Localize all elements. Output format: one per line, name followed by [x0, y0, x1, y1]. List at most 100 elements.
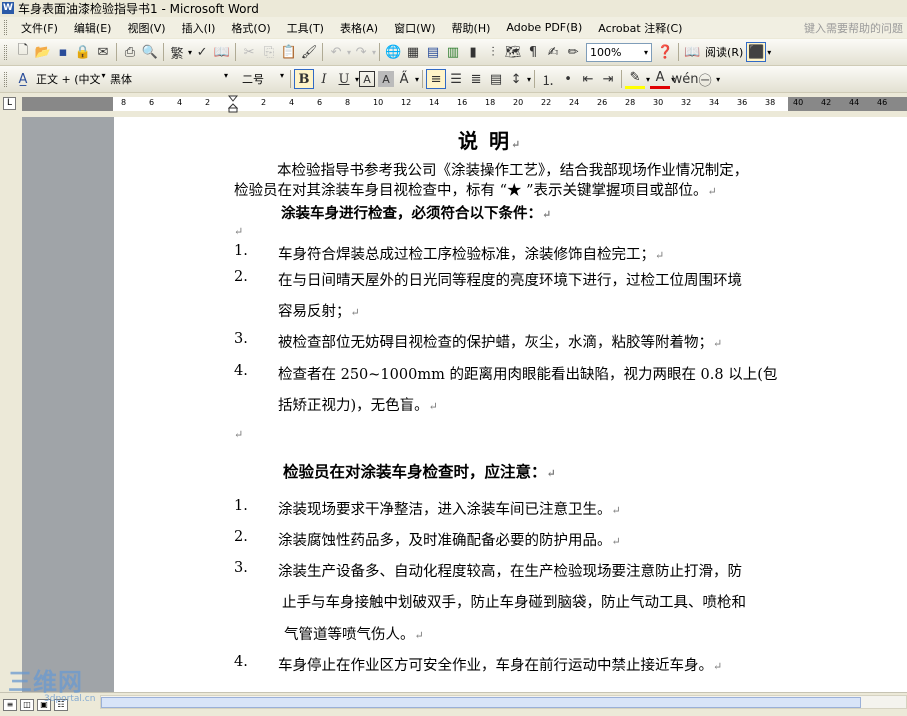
ruler-number: 46 — [877, 98, 888, 107]
ink-icon[interactable]: ✍ — [543, 42, 563, 62]
highlight-icon[interactable]: ✎ — [625, 69, 646, 89]
help-search-input[interactable]: 键入需要帮助的问题 — [804, 20, 907, 36]
research-icon[interactable]: 📖 — [212, 42, 232, 62]
toolbar-grip[interactable] — [4, 71, 7, 87]
save-icon[interactable]: ▪ — [53, 42, 73, 62]
distributed-icon[interactable]: ▤ — [486, 69, 506, 89]
horizontal-ruler[interactable]: L 8 6 4 2 2 4 6 8 10 12 14 16 18 20 22 24 26 28 30 32 34 36 38… — [0, 94, 907, 114]
pdf-convert-icon[interactable]: ⬛ — [746, 42, 767, 62]
document-map-icon[interactable]: 🗺 — [503, 42, 523, 62]
show-hide-icon[interactable]: ¶ — [523, 42, 543, 62]
character-border-icon[interactable]: A — [359, 71, 376, 87]
chevron-down-icon[interactable]: ▾ — [716, 75, 720, 84]
print-icon[interactable]: ⎙ — [120, 42, 140, 62]
zoom-select[interactable]: 100% ▾ — [586, 42, 653, 62]
bold-icon[interactable]: B — [294, 69, 314, 89]
cut-icon[interactable]: ✂ — [239, 42, 259, 62]
menu-acrobat-comments[interactable]: Acrobat 注释(C) — [590, 20, 690, 36]
window-title: 车身表面油漆检验指导书1 - Microsoft Word — [18, 1, 259, 16]
line-spacing-icon[interactable]: ↕ — [506, 69, 526, 89]
font-size-select[interactable]: 二号 ▾ — [239, 71, 287, 87]
align-right-icon[interactable]: ≣ — [466, 69, 486, 89]
insert-table-icon[interactable]: ▤ — [423, 42, 443, 62]
numbering-icon[interactable]: ⒈ — [538, 69, 558, 89]
toolbar-separator — [534, 70, 536, 88]
columns-icon[interactable]: ▮ — [463, 42, 483, 62]
email-icon[interactable]: ✉ — [93, 42, 113, 62]
document-page[interactable]: 说 明↵ 本检验指导书参考我公司《涂装操作工艺》，结合我部现场作业情况制定， 检… — [114, 117, 907, 692]
decrease-indent-icon[interactable]: ⇤ — [578, 69, 598, 89]
font-select[interactable]: 黑体 ▾ — [107, 71, 231, 87]
chevron-down-icon: ▾ — [101, 71, 106, 80]
align-center-icon[interactable]: ☰ — [446, 69, 466, 89]
permission-icon[interactable]: 🔒 — [73, 42, 93, 62]
menu-grip[interactable] — [4, 20, 7, 35]
style-select[interactable]: 正文 + (中文 ▾ — [33, 71, 107, 87]
chevron-down-icon[interactable]: ▾ — [372, 48, 376, 57]
insert-excel-icon[interactable]: ▥ — [443, 42, 463, 62]
phonetic-guide-icon[interactable]: wén — [672, 69, 699, 89]
traditional-chinese-icon[interactable]: 繁 — [167, 42, 187, 62]
list-number: 2. — [234, 529, 248, 545]
print-preview-icon[interactable]: 🔍 — [140, 42, 160, 62]
hyperlink-icon[interactable]: 🌐 — [383, 42, 403, 62]
tables-borders-icon[interactable]: ▦ — [403, 42, 423, 62]
new-document-icon[interactable]: 🗋 — [13, 42, 33, 62]
menu-edit[interactable]: 编辑(E) — [66, 20, 120, 36]
list-number: 4. — [234, 363, 248, 379]
web-view-icon[interactable]: ◫ — [20, 698, 34, 711]
list-item: 车身停止在作业区方可安全作业，车身在前行运动中禁止接近车身。↵ — [278, 658, 723, 674]
list-item: 在与日间晴天屋外的日光同等程度的亮度环境下进行，过检工位周围环境 — [278, 273, 742, 289]
undo-icon[interactable]: ↶ — [326, 42, 346, 62]
horizontal-scrollbar[interactable] — [100, 695, 907, 709]
ruler-number: 40 — [793, 98, 804, 107]
help-icon[interactable]: ❓ — [655, 42, 675, 62]
toolbar-grip[interactable] — [4, 44, 7, 60]
menu-tools[interactable]: 工具(T) — [279, 20, 332, 36]
menu-format[interactable]: 格式(O) — [223, 20, 278, 36]
copy-icon[interactable]: ⎘ — [259, 42, 279, 62]
format-painter-icon[interactable]: 🖌 — [299, 42, 319, 62]
menu-adobe-pdf[interactable]: Adobe PDF(B) — [498, 21, 590, 34]
ruler-number: 18 — [485, 98, 496, 107]
italic-icon[interactable]: I — [314, 69, 334, 89]
enclose-characters-icon[interactable]: ㊀ — [695, 69, 715, 89]
align-justify-icon[interactable]: ≡ — [426, 69, 447, 89]
normal-view-icon[interactable]: ≡ — [3, 698, 17, 711]
scrollbar-thumb[interactable] — [101, 697, 861, 708]
menu-view[interactable]: 视图(V) — [119, 20, 173, 36]
character-scaling-icon[interactable]: A̋ — [394, 69, 414, 89]
ruler-number: 14 — [429, 98, 440, 107]
increase-indent-icon[interactable]: ⇥ — [598, 69, 618, 89]
menu-insert[interactable]: 插入(I) — [174, 20, 224, 36]
chevron-down-icon[interactable]: ▾ — [767, 48, 771, 57]
character-shading-icon[interactable]: A — [378, 71, 395, 87]
chevron-down-icon[interactable]: ▾ — [527, 75, 531, 84]
list-item: 检查者在 250~1000mm 的距离用肉眼能看出缺陷，视力两眼在 0.8 以上… — [278, 367, 778, 383]
menu-help[interactable]: 帮助(H) — [444, 20, 499, 36]
underline-icon[interactable]: U — [334, 69, 354, 89]
list-item: 被检查部位无妨碍目视检查的保护蜡，灰尘，水滴，粘胶等附着物；↵ — [278, 335, 723, 351]
spelling-icon[interactable]: ✓ — [192, 42, 212, 62]
font-color-icon[interactable]: A — [650, 69, 671, 89]
styles-pane-icon[interactable]: A̲ — [13, 69, 33, 89]
font-size-value: 二号 — [242, 73, 264, 86]
read-mode-button[interactable]: 阅读(R) — [702, 44, 746, 60]
format-icon[interactable]: ✏ — [563, 42, 583, 62]
menu-bar: 文件(F) 编辑(E) 视图(V) 插入(I) 格式(O) 工具(T) 表格(A… — [0, 17, 907, 38]
vertical-ruler — [0, 117, 20, 692]
menu-table[interactable]: 表格(A) — [332, 20, 386, 36]
open-folder-icon[interactable]: 📂 — [33, 42, 53, 62]
menu-file[interactable]: 文件(F) — [13, 20, 66, 36]
menu-window[interactable]: 窗口(W) — [386, 20, 443, 36]
chevron-down-icon[interactable]: ▾ — [415, 75, 419, 84]
toolbar-separator — [290, 70, 291, 88]
redo-icon[interactable]: ↷ — [351, 42, 371, 62]
paste-icon[interactable]: 📋 — [279, 42, 299, 62]
indent-marker-icon[interactable] — [228, 95, 238, 113]
ruler-number: 4 — [289, 98, 295, 107]
bullets-icon[interactable]: • — [558, 69, 578, 89]
drawing-icon[interactable]: ⫶ — [483, 42, 503, 62]
toolbar-separator — [163, 43, 164, 61]
read-mode-icon[interactable]: 📖 — [682, 42, 702, 62]
